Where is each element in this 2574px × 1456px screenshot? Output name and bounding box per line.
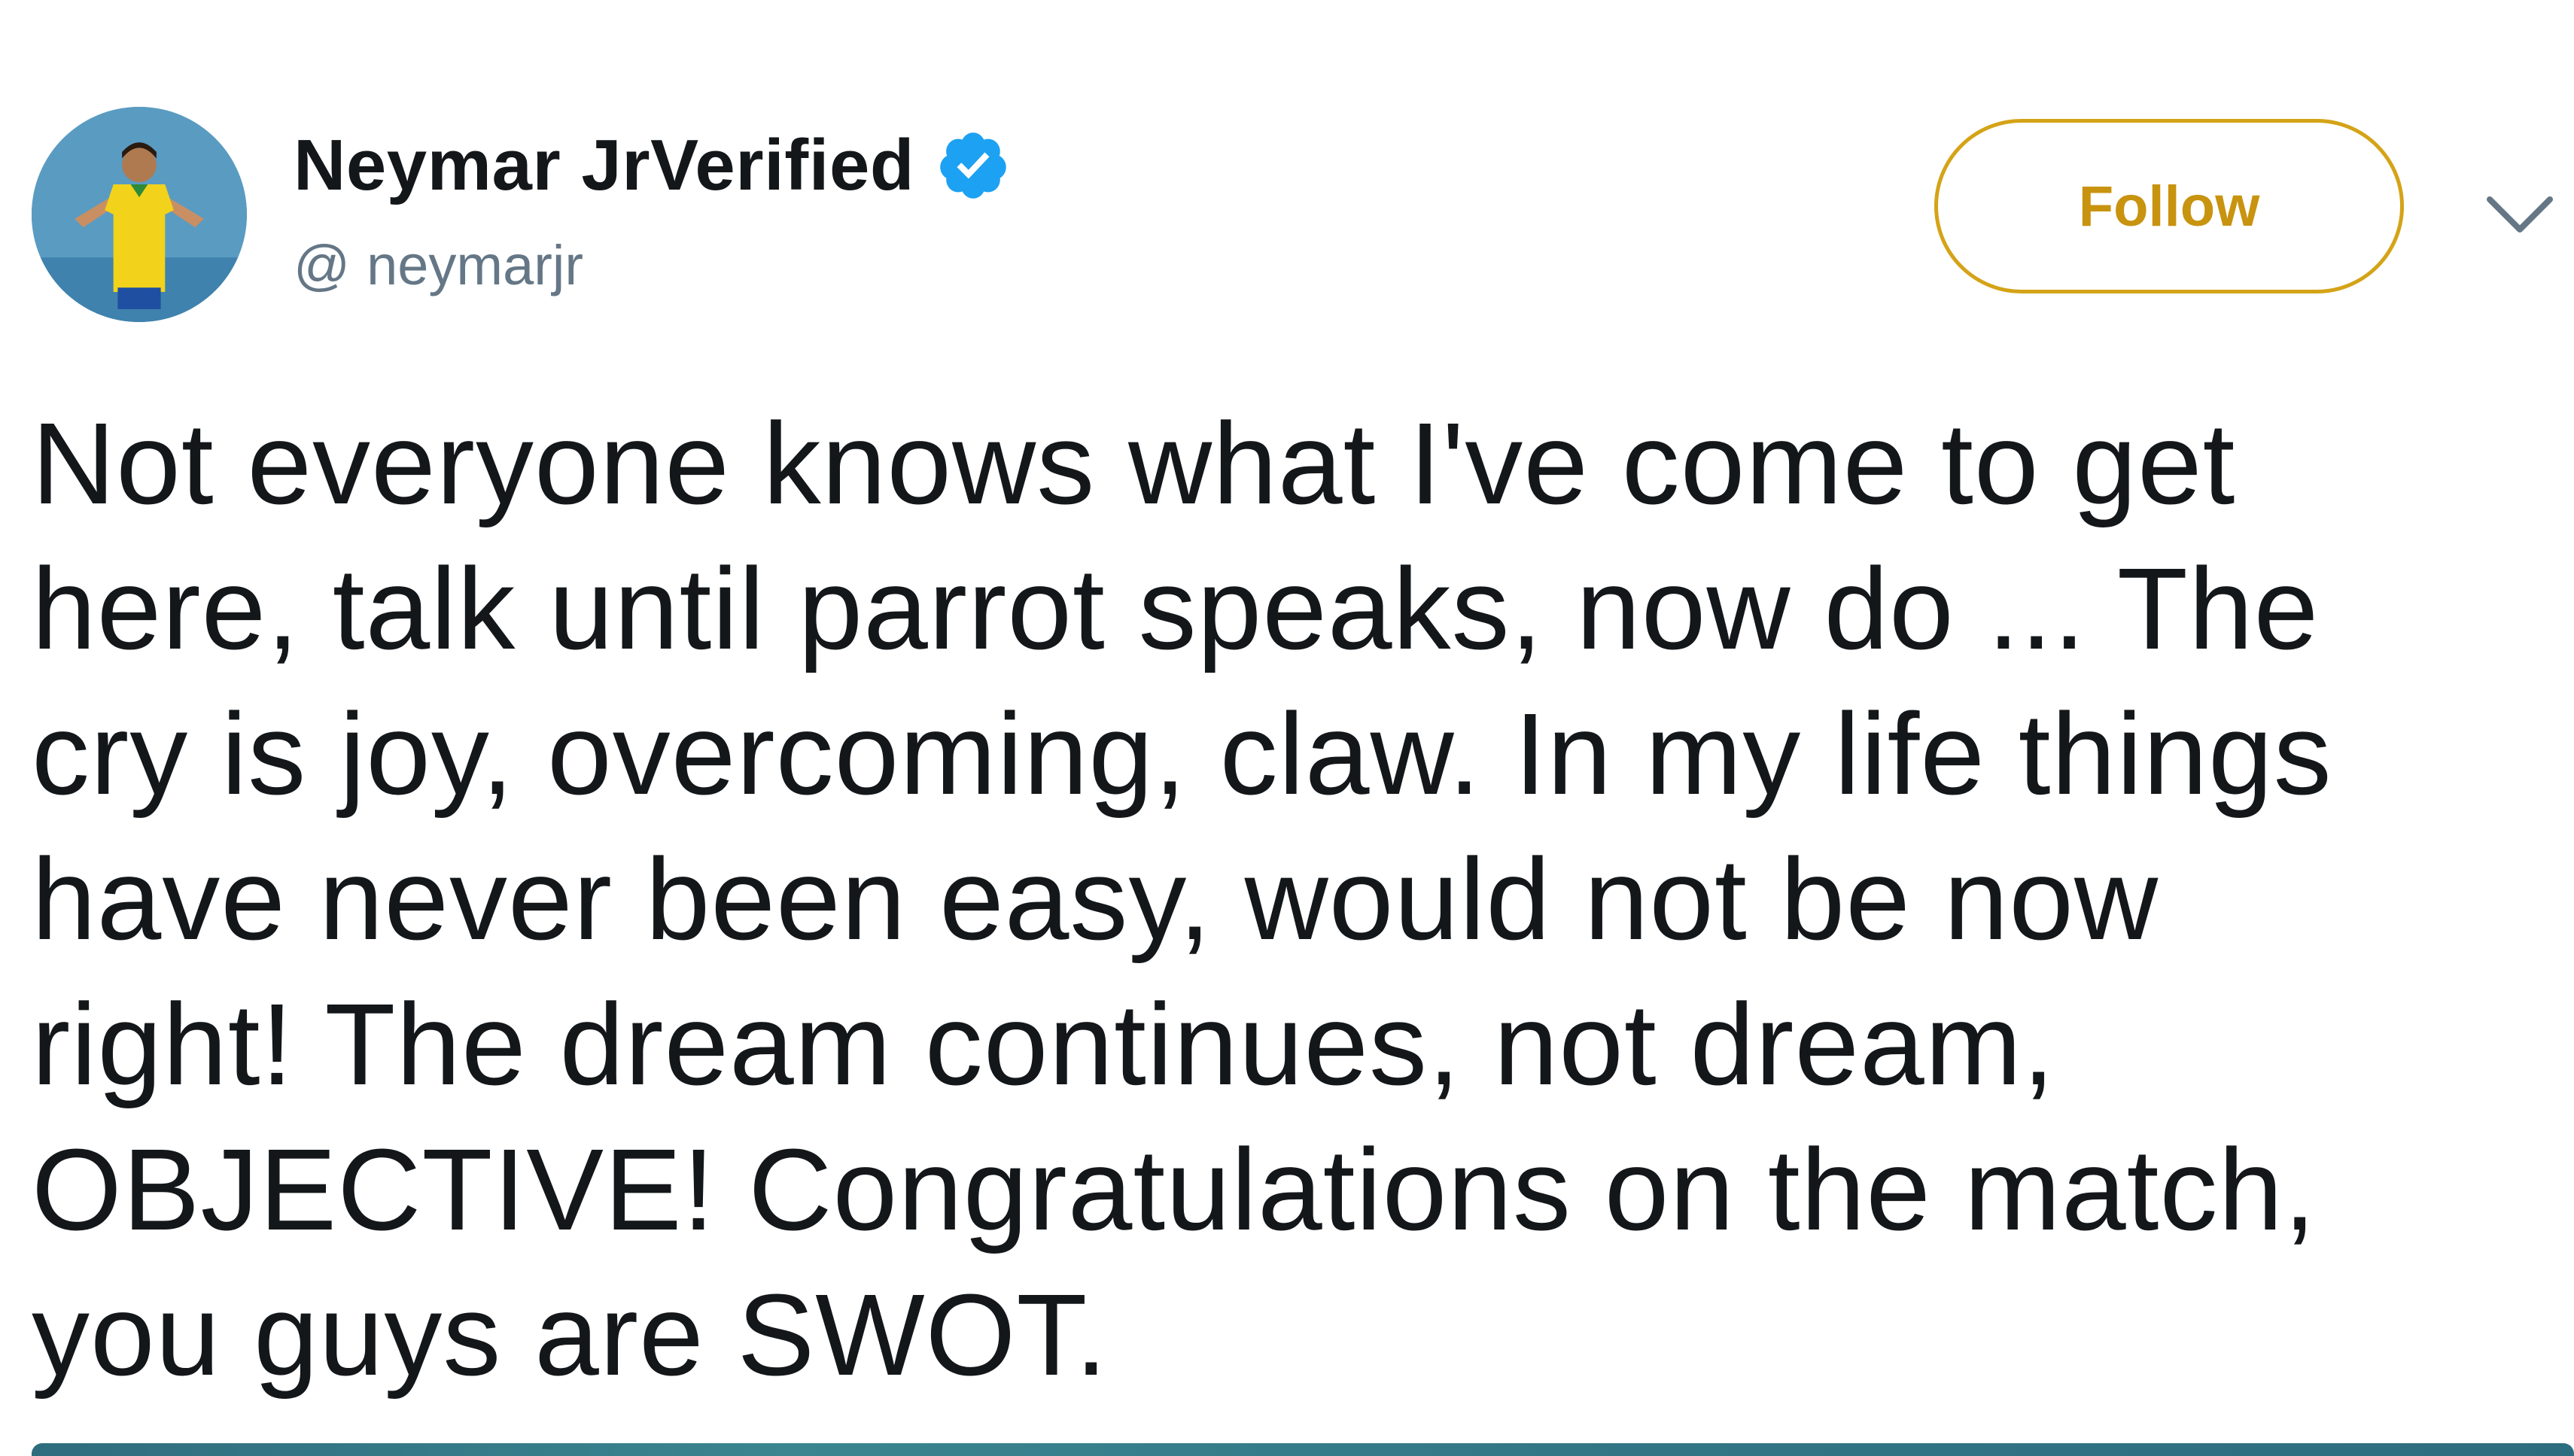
tweet-text-line: OBJECTIVE! Congratulations on the match, (32, 1125, 2317, 1254)
tweet-text-line: cry is joy, overcoming, claw. In my life… (32, 689, 2332, 819)
handle-text: neymarjr (367, 234, 583, 296)
name-row: Neymar JrVerified (294, 120, 1011, 211)
handle[interactable]: @ neymarjr (294, 233, 583, 297)
tweet-media-preview[interactable] (32, 1443, 2574, 1456)
tweet-card: Neymar JrVerified @ neymarjr Follow Not … (0, 0, 2574, 1456)
tweet-text-line: have never been easy, would not be now (32, 834, 2159, 964)
follow-button[interactable]: Follow (1934, 119, 2404, 293)
tweet-text-line: you guys are SWOT. (32, 1270, 1109, 1400)
display-name[interactable]: Neymar JrVerified (294, 124, 914, 207)
tweet-text-line: here, talk until parrot speaks, now do .… (32, 544, 2320, 673)
verified-badge-icon (936, 128, 1011, 203)
chevron-down-icon[interactable] (2484, 188, 2556, 241)
avatar-photo (32, 107, 247, 322)
tweet-text-line: Not everyone knows what I've come to get (32, 399, 2236, 528)
handle-at-sign: @ (294, 234, 351, 296)
avatar[interactable] (32, 107, 247, 322)
tweet-text-line: right! The dream continues, not dream, (32, 980, 2055, 1109)
tweet-text: Not everyone knows what I've come to get… (32, 391, 2530, 1408)
